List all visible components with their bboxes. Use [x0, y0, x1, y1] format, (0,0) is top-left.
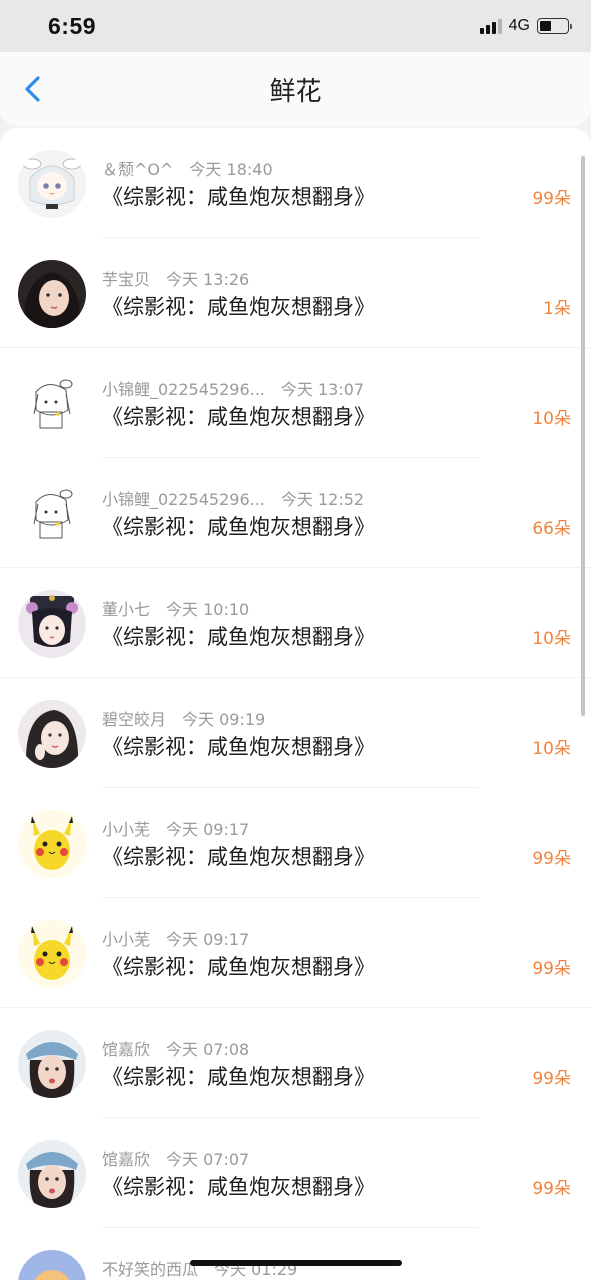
signal-icon [479, 18, 502, 34]
list-item[interactable]: 小小芜 今天 09:17 《综影视：咸鱼炮灰想翻身》 99朵 [0, 898, 591, 1008]
book-title[interactable]: 《综影视：咸鱼炮灰想翻身》 [102, 621, 375, 651]
gift-time: 今天 09:19 [182, 710, 266, 729]
chevron-left-icon [25, 76, 40, 102]
flower-count: 99朵 [532, 849, 571, 869]
nav-bar: 鲜花 [0, 52, 591, 126]
qing-princess-icon[interactable] [18, 590, 86, 658]
username[interactable]: 碧空皎月 [102, 706, 166, 730]
list-item[interactable]: 董小七 今天 10:10 《综影视：咸鱼炮灰想翻身》 10朵 [0, 568, 591, 678]
username[interactable]: ＆颓^O^ [102, 156, 173, 180]
pikachu-icon[interactable] [18, 810, 86, 878]
status-indicators: 4G [479, 17, 572, 35]
username[interactable]: 小锦鲤_022545296... [102, 376, 265, 400]
flower-count: 10朵 [532, 739, 571, 759]
network-type: 4G [508, 17, 530, 34]
list-item[interactable]: 碧空皎月 今天 09:19 《综影视：咸鱼炮灰想翻身》 10朵 [0, 678, 591, 788]
list-item[interactable]: 芋宝贝 今天 13:26 《综影视：咸鱼炮灰想翻身》 1朵 [0, 238, 591, 348]
gift-time: 今天 07:08 [166, 1040, 250, 1059]
girl-hat-photo-icon[interactable] [18, 1140, 86, 1208]
gift-time: 今天 13:07 [280, 380, 365, 399]
flower-count: 99朵 [532, 1069, 571, 1089]
list-item[interactable]: ＆颓^O^ 今天 18:40 《综影视：咸鱼炮灰想翻身》 99朵 [0, 128, 591, 238]
status-bar: 6:59 4G [0, 0, 591, 52]
list-item[interactable]: 馆嘉欣 今天 07:07 《综影视：咸鱼炮灰想翻身》 99朵 [0, 1118, 591, 1228]
list-item[interactable]: 小锦鲤_022545296... 今天 13:07 《综影视：咸鱼炮灰想翻身》 … [0, 348, 591, 458]
book-title[interactable]: 《综影视：咸鱼炮灰想翻身》 [102, 181, 375, 211]
book-title[interactable]: 《综影视：咸鱼炮灰想翻身》 [102, 841, 375, 871]
book-title[interactable]: 《综影视：咸鱼炮灰想翻身》 [102, 1171, 375, 1201]
gift-time: 今天 18:40 [189, 160, 273, 179]
battery-icon [537, 18, 572, 34]
username[interactable]: 董小七 [102, 596, 150, 620]
flower-count: 99朵 [532, 959, 571, 979]
home-indicator[interactable] [190, 1260, 402, 1266]
username[interactable]: 小锦鲤_022545296... [102, 486, 265, 510]
anime-girl-cow-hat-icon[interactable] [18, 150, 86, 218]
pikachu-icon[interactable] [18, 920, 86, 988]
book-title[interactable]: 《综影视：咸鱼炮灰想翻身》 [102, 731, 375, 761]
list-item[interactable]: 馆嘉欣 今天 07:08 《综影视：咸鱼炮灰想翻身》 99朵 [0, 1008, 591, 1118]
girl-hat-photo-icon[interactable] [18, 1030, 86, 1098]
username[interactable]: 小小芜 [102, 926, 150, 950]
gift-time: 今天 09:17 [166, 820, 250, 839]
flower-count: 99朵 [532, 189, 571, 209]
sketch-girl-icon[interactable] [18, 480, 86, 548]
flower-count: 10朵 [532, 629, 571, 649]
flower-count: 66朵 [532, 519, 571, 539]
girl-photo-icon[interactable] [18, 260, 86, 328]
gift-time: 今天 10:10 [166, 600, 250, 619]
flower-gift-list[interactable]: ＆颓^O^ 今天 18:40 《综影视：咸鱼炮灰想翻身》 99朵 芋宝贝 今天 … [0, 128, 591, 1280]
list-item[interactable]: 小锦鲤_022545296... 今天 12:52 《综影视：咸鱼炮灰想翻身》 … [0, 458, 591, 568]
username[interactable]: 馆嘉欣 [102, 1036, 150, 1060]
username[interactable]: 小小芜 [102, 816, 150, 840]
flower-count: 99朵 [532, 1179, 571, 1199]
sketch-girl-icon[interactable] [18, 370, 86, 438]
book-title[interactable]: 《综影视：咸鱼炮灰想翻身》 [102, 401, 375, 431]
gift-time: 今天 07:07 [166, 1150, 250, 1169]
gift-time: 今天 09:17 [166, 930, 250, 949]
flower-count: 10朵 [532, 409, 571, 429]
page-title: 鲜花 [269, 76, 322, 107]
username[interactable]: 芋宝贝 [102, 266, 150, 290]
scrollbar[interactable] [581, 156, 585, 716]
gift-time: 今天 12:52 [280, 490, 365, 509]
flower-count: 1朵 [543, 299, 571, 319]
username[interactable]: 馆嘉欣 [102, 1146, 150, 1170]
girl-drawing-icon[interactable] [18, 700, 86, 768]
gift-time: 今天 13:26 [166, 270, 250, 289]
book-title[interactable]: 《综影视：咸鱼炮灰想翻身》 [102, 291, 375, 321]
book-title[interactable]: 《综影视：咸鱼炮灰想翻身》 [102, 1061, 375, 1091]
list-item[interactable]: 小小芜 今天 09:17 《综影视：咸鱼炮灰想翻身》 99朵 [0, 788, 591, 898]
back-button[interactable] [20, 74, 50, 104]
book-title[interactable]: 《综影视：咸鱼炮灰想翻身》 [102, 951, 375, 981]
book-title[interactable]: 《综影视：咸鱼炮灰想翻身》 [102, 511, 375, 541]
list-item[interactable]: 不好笑的西瓜 今天 01:29 [0, 1228, 591, 1280]
cartoon-icon[interactable] [18, 1250, 86, 1280]
status-time: 6:59 [48, 12, 97, 39]
username[interactable]: 不好笑的西瓜 [102, 1256, 198, 1280]
